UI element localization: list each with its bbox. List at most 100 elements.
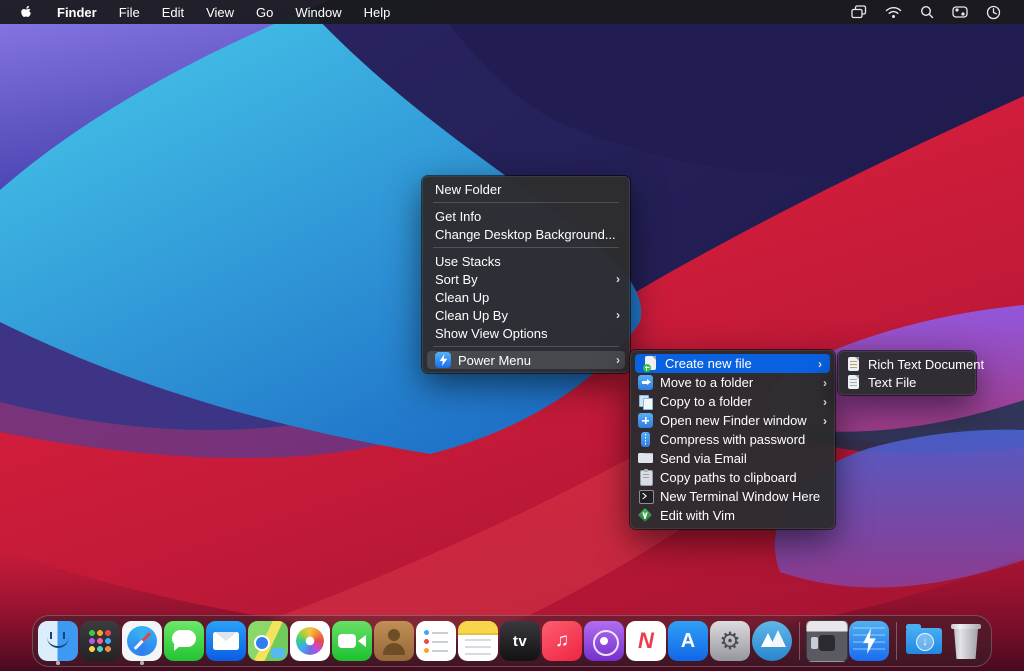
gear-glyph: ⚙ (710, 621, 750, 661)
dock-item-power-menu-app[interactable] (849, 618, 889, 664)
submenu-item-label: Move to a folder (660, 375, 753, 390)
dock-item-reminders[interactable] (416, 618, 456, 664)
menu-bar-item-file[interactable]: File (108, 0, 151, 24)
dock-item-contacts[interactable] (374, 618, 414, 664)
submenu-item-label: Copy to a folder (660, 394, 752, 409)
app-store-logo: A (668, 621, 708, 661)
trash-icon (946, 621, 986, 661)
mail-icon (206, 621, 246, 661)
dock-item-launchpad[interactable] (80, 618, 120, 664)
dock-item-safari[interactable] (122, 618, 162, 664)
apple-menu[interactable] (0, 4, 46, 20)
app-store-icon: A (668, 621, 708, 661)
dock-item-system-preferences[interactable]: ⚙ (710, 618, 750, 664)
facetime-icon (332, 621, 372, 661)
menu-bar-item-help[interactable]: Help (353, 0, 402, 24)
dock: tv ♫ N A ⚙ ↓ (32, 615, 992, 667)
menu-item-power-menu[interactable]: Power Menu › (427, 351, 625, 369)
menu-item-use-stacks[interactable]: Use Stacks (422, 252, 630, 270)
submenu-item-label: Open new Finder window (660, 413, 807, 428)
new-file-icon (643, 356, 658, 371)
menu-separator (433, 202, 619, 203)
menu-item-new-folder[interactable]: New Folder (422, 180, 630, 198)
menu-bar-item-view[interactable]: View (195, 0, 245, 24)
spotlight-search-icon[interactable] (911, 0, 943, 24)
rtf-document-icon (846, 357, 861, 372)
dock-item-podcasts[interactable] (584, 618, 624, 664)
control-center-icon[interactable] (943, 0, 977, 24)
chevron-right-icon: › (606, 354, 620, 366)
submenu-item-open-new-finder-window[interactable]: Open new Finder window › (630, 411, 835, 430)
menu-item-clean-up[interactable]: Clean Up (422, 288, 630, 306)
minimized-window-thumbnail (806, 620, 848, 662)
submenu-item-move-to-folder[interactable]: Move to a folder › (630, 373, 835, 392)
submenu-item-create-new-file[interactable]: Create new file › (635, 354, 830, 373)
submenu-item-label: Edit with Vim (660, 508, 735, 523)
zip-icon (638, 432, 653, 447)
launchpad-icon (80, 621, 120, 661)
menu-bar-item-window[interactable]: Window (284, 0, 352, 24)
dock-item-mountain-app[interactable] (752, 618, 792, 664)
dock-item-messages[interactable] (164, 618, 204, 664)
dock-item-finder[interactable] (38, 618, 78, 664)
submenu-item-label: Send via Email (660, 451, 747, 466)
submenu-item-label: Rich Text Document (868, 357, 984, 372)
menu-item-clean-up-by[interactable]: Clean Up By › (422, 306, 630, 324)
dock-item-tv[interactable]: tv (500, 618, 540, 664)
submenu-item-edit-with-vim[interactable]: Edit with Vim (630, 506, 835, 525)
submenu-item-new-terminal-window-here[interactable]: New Terminal Window Here (630, 487, 835, 506)
submenu-item-text-file[interactable]: Text File (838, 373, 976, 391)
clock-icon[interactable] (977, 0, 1010, 24)
podcasts-icon (584, 621, 624, 661)
music-icon: ♫ (542, 621, 582, 661)
menu-item-label: Change Desktop Background... (435, 227, 616, 242)
dock-item-music[interactable]: ♫ (542, 618, 582, 664)
submenu-item-compress-with-password[interactable]: Compress with password (630, 430, 835, 449)
dock-item-downloads[interactable]: ↓ (904, 618, 944, 664)
download-arrow-icon: ↓ (916, 633, 934, 651)
apple-tv-icon: tv (500, 621, 540, 661)
notes-icon (458, 621, 498, 661)
maps-icon (248, 621, 288, 661)
vim-icon (638, 508, 653, 523)
news-icon: N (626, 621, 666, 661)
power-menu-bolt-icon (435, 352, 451, 368)
menu-item-sort-by[interactable]: Sort By › (422, 270, 630, 288)
desktop-context-menu: New Folder Get Info Change Desktop Backg… (422, 176, 630, 373)
dock-item-trash[interactable] (946, 618, 986, 664)
menu-bar-item-edit[interactable]: Edit (151, 0, 195, 24)
menu-bar-item-go[interactable]: Go (245, 0, 284, 24)
submenu-item-rich-text-document[interactable]: Rich Text Document (838, 355, 976, 373)
finder-window-icon (638, 413, 653, 428)
chevron-right-icon: › (606, 309, 620, 321)
menu-bar-app-name[interactable]: Finder (46, 0, 108, 24)
menu-item-change-desktop-background[interactable]: Change Desktop Background... (422, 225, 630, 243)
create-new-file-submenu: Rich Text Document Text File (838, 351, 976, 395)
dock-item-notes[interactable] (458, 618, 498, 664)
menu-item-label: Show View Options (435, 326, 548, 341)
submenu-item-label: Compress with password (660, 432, 805, 447)
menu-item-get-info[interactable]: Get Info (422, 207, 630, 225)
messages-icon (164, 621, 204, 661)
menu-item-show-view-options[interactable]: Show View Options (422, 324, 630, 342)
wifi-icon[interactable] (876, 0, 911, 24)
dock-item-facetime[interactable] (332, 618, 372, 664)
menu-separator (433, 247, 619, 248)
chevron-right-icon: › (813, 415, 827, 427)
dock-item-photos[interactable] (290, 618, 330, 664)
dock-item-app-store[interactable]: A (668, 618, 708, 664)
dock-item-mail[interactable] (206, 618, 246, 664)
submenu-item-label: Create new file (665, 356, 752, 371)
menu-separator (433, 346, 619, 347)
submenu-item-send-via-email[interactable]: Send via Email (630, 449, 835, 468)
submenu-item-copy-to-folder[interactable]: Copy to a folder › (630, 392, 835, 411)
desktop[interactable]: { "menu_bar": { "app_name": "Finder", "i… (0, 0, 1024, 671)
menu-item-label: New Folder (435, 182, 501, 197)
dock-item-news[interactable]: N (626, 618, 666, 664)
submenu-item-copy-paths-to-clipboard[interactable]: Copy paths to clipboard (630, 468, 835, 487)
menu-item-label: Clean Up (435, 290, 489, 305)
dock-item-maps[interactable] (248, 618, 288, 664)
window-switcher-icon[interactable] (842, 0, 876, 24)
dock-item-minimized-window[interactable] (807, 618, 847, 664)
chevron-right-icon: › (813, 396, 827, 408)
